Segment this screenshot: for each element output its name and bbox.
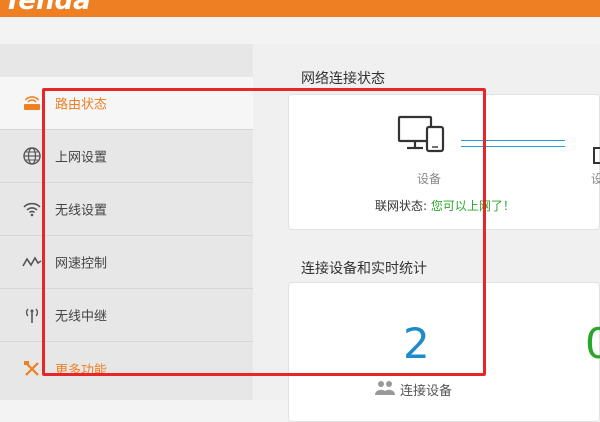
network-status-title: 网络连接状态 xyxy=(301,71,385,87)
connected-device-label: 连接设备 xyxy=(400,384,453,399)
sidebar-item-wireless-repeater[interactable]: 无线中继 xyxy=(0,289,253,342)
sidebar-item-speed-control[interactable]: 网速控制 xyxy=(0,236,253,289)
antenna-icon xyxy=(22,305,42,325)
main-content: 网络连接状态 设备 设 联网状态: 您可以上网了！ 连接设备和实时统计 2 0 … xyxy=(253,44,600,422)
globe-icon xyxy=(22,146,42,166)
device-label: 设备 xyxy=(417,172,442,186)
brand-logo: Tenda xyxy=(4,0,91,16)
top-header-bar: Tenda xyxy=(0,0,600,17)
users-icon xyxy=(375,379,395,399)
wifi-icon xyxy=(22,199,42,219)
internet-status-value: 您可以上网了！ xyxy=(430,199,515,213)
internet-status-text: 联网状态: 您可以上网了！ xyxy=(375,197,515,214)
network-status-card: 设备 设 联网状态: 您可以上网了！ xyxy=(288,94,600,230)
sidebar-item-label: 更多功能 xyxy=(55,363,108,378)
speed-wave-icon xyxy=(22,252,42,272)
sidebar-item-internet-settings[interactable]: 上网设置 xyxy=(0,130,253,183)
device-monitor-icon xyxy=(397,115,447,159)
connected-device-count: 2 xyxy=(403,319,430,368)
sidebar-item-wireless-settings[interactable]: 无线设置 xyxy=(0,183,253,236)
internet-status-label: 联网状态: xyxy=(375,199,428,213)
sidebar-item-label: 上网设置 xyxy=(55,150,108,166)
connection-line xyxy=(461,140,565,147)
tools-icon xyxy=(22,359,42,379)
sidebar-item-label: 无线设置 xyxy=(55,203,108,219)
router-status-icon xyxy=(22,93,42,113)
second-stat-value: 0 xyxy=(585,319,600,368)
sidebar-item-label: 路由状态 xyxy=(55,97,108,113)
sidebar-item-more-features[interactable]: 更多功能 xyxy=(0,342,253,395)
router-label: 设 xyxy=(591,172,600,186)
router-icon xyxy=(593,147,600,169)
sidebar-item-router-status[interactable]: 路由状态 xyxy=(0,77,253,130)
sidebar-item-label: 无线中继 xyxy=(55,309,108,325)
stats-title: 连接设备和实时统计 xyxy=(301,261,427,277)
sidebar-nav: 路由状态 上网设置 无线设置 网速控制 无线中继 更多功能 xyxy=(0,44,253,400)
stats-card: 2 0 连接设备 xyxy=(288,282,600,422)
sidebar-item-label: 网速控制 xyxy=(55,256,108,272)
